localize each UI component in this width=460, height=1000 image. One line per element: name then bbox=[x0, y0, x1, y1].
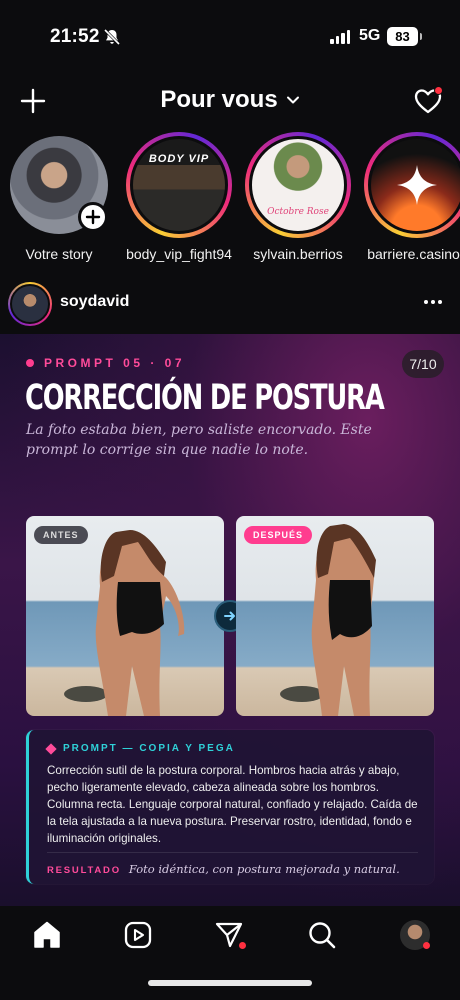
post-headline: CORRECCIÓN DE POSTURA bbox=[25, 376, 385, 418]
story-label: body_vip_fight94 bbox=[126, 246, 232, 262]
story-label: barriere.casinos bbox=[367, 246, 460, 262]
more-options-icon[interactable] bbox=[424, 300, 442, 304]
after-tag: DESPUÉS bbox=[244, 526, 313, 544]
home-icon[interactable] bbox=[32, 920, 62, 950]
story-avatar[interactable] bbox=[364, 132, 460, 238]
messages-badge bbox=[239, 942, 246, 949]
status-time: 21:52 bbox=[50, 26, 100, 47]
before-tag: ANTES bbox=[34, 526, 88, 544]
status-bar: 21:52 5G 83 bbox=[0, 0, 460, 64]
prompt-box-header: PROMPT — COPIA Y PEGA bbox=[45, 742, 235, 755]
bullet-dot-icon bbox=[26, 359, 34, 367]
stories-tray: Votre story BODY VIP body_vip_fight94 Oc… bbox=[0, 132, 460, 270]
result-text: Foto idéntica, con postura mejorada y na… bbox=[128, 862, 400, 876]
prompt-header-text: PROMPT — COPIA Y PEGA bbox=[63, 743, 235, 754]
diamond-icon bbox=[45, 742, 57, 755]
story-thumb-text: Octobre Rose bbox=[267, 207, 329, 217]
story-thumb-text: BODY VIP bbox=[148, 153, 210, 165]
page-title: Pour vous bbox=[160, 86, 278, 113]
carousel-counter: 7/10 bbox=[402, 350, 444, 378]
post-username[interactable]: soydavid bbox=[60, 293, 129, 311]
story-sylvain[interactable]: Octobre Rose sylvain.berrios bbox=[243, 132, 353, 262]
mute-bell-icon bbox=[103, 28, 121, 46]
story-avatar[interactable]: Octobre Rose bbox=[245, 132, 351, 238]
feed-header: Pour vous bbox=[0, 80, 460, 124]
story-label: Votre story bbox=[25, 246, 93, 262]
battery-icon: 83 bbox=[387, 27, 422, 46]
before-photo-image bbox=[26, 516, 224, 716]
chevron-down-icon bbox=[286, 96, 299, 104]
after-photo-image bbox=[236, 516, 434, 716]
post-media[interactable]: PROMPT 05 · 07 7/10 CORRECCIÓN DE POSTUR… bbox=[0, 334, 460, 906]
result-row: RESULTADO Foto idéntica, con postura mej… bbox=[47, 862, 400, 876]
profile-badge bbox=[423, 942, 430, 949]
post-author-avatar[interactable] bbox=[8, 282, 52, 326]
story-avatar[interactable] bbox=[6, 132, 112, 238]
network-type: 5G bbox=[359, 27, 381, 44]
story-body-vip[interactable]: BODY VIP body_vip_fight94 bbox=[124, 132, 234, 262]
feed-selector[interactable]: Pour vous bbox=[0, 86, 460, 114]
notification-dot bbox=[434, 86, 443, 95]
post-header: soydavid bbox=[0, 280, 460, 326]
prompt-body: Corrección sutil de la postura corporal.… bbox=[47, 764, 418, 845]
signal-icon bbox=[330, 30, 350, 44]
after-photo: DESPUÉS bbox=[236, 516, 434, 716]
kicker-text: PROMPT 05 · 07 bbox=[44, 356, 186, 370]
search-icon[interactable] bbox=[307, 920, 337, 950]
prompt-kicker: PROMPT 05 · 07 bbox=[26, 356, 185, 370]
result-label: RESULTADO bbox=[47, 865, 121, 876]
story-barriere[interactable]: barriere.casinos bbox=[362, 132, 460, 262]
before-photo: ANTES bbox=[26, 516, 224, 716]
home-indicator bbox=[148, 980, 312, 986]
plus-icon bbox=[85, 209, 101, 225]
story-avatar[interactable]: BODY VIP bbox=[126, 132, 232, 238]
add-story-button[interactable] bbox=[78, 202, 108, 232]
reels-icon[interactable] bbox=[123, 920, 153, 950]
story-own[interactable]: Votre story bbox=[4, 132, 114, 262]
post-subtitle: La foto estaba bien, pero saliste encorv… bbox=[26, 422, 372, 458]
divider bbox=[47, 852, 418, 853]
prompt-box: PROMPT — COPIA Y PEGA Corrección sutil d… bbox=[26, 730, 434, 884]
sparkle-icon bbox=[397, 165, 437, 205]
story-label: sylvain.berrios bbox=[253, 246, 343, 262]
